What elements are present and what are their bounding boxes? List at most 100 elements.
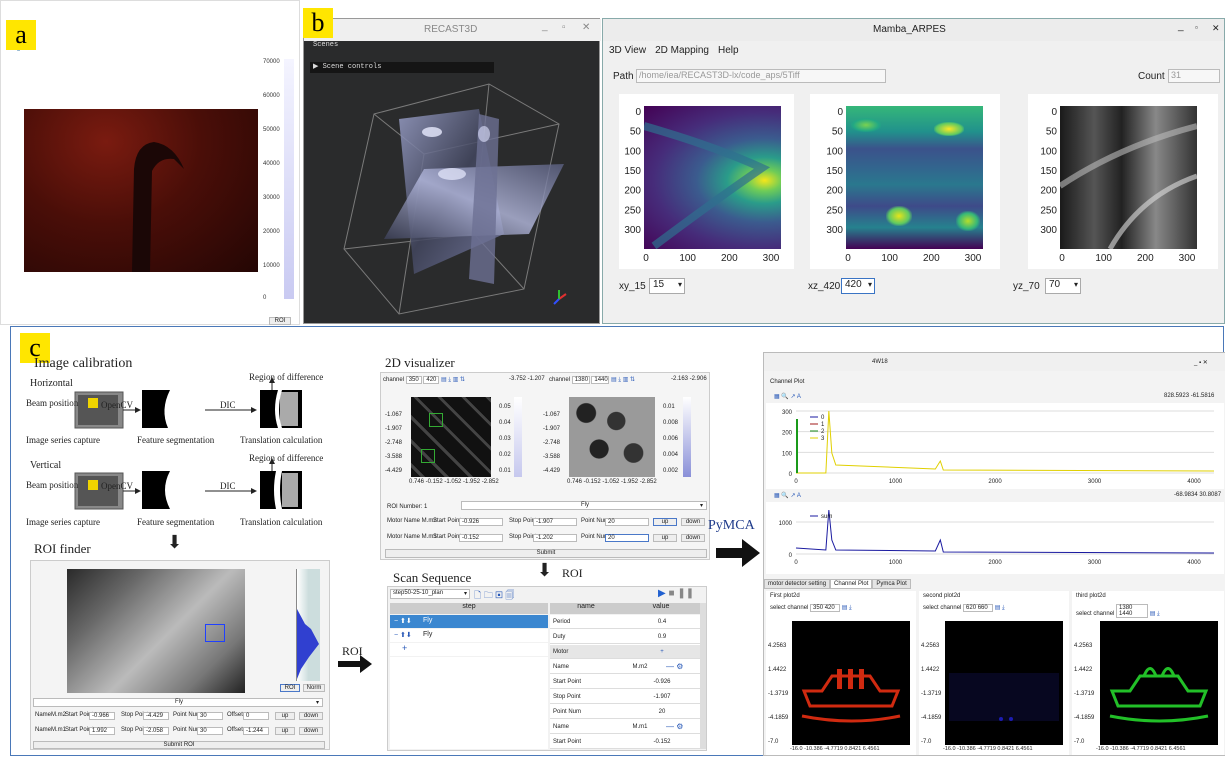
roi-marker[interactable] <box>429 413 443 427</box>
menu-2d-mapping[interactable]: 2D Mapping <box>655 45 709 56</box>
play-icon[interactable]: ▶ <box>658 588 666 599</box>
viz-map-1[interactable] <box>411 397 491 477</box>
num-input[interactable]: 30 <box>197 712 223 720</box>
param-row[interactable]: Duty 0.9 <box>550 630 700 644</box>
param-value[interactable]: M.m1 <box>616 724 664 730</box>
roi-marker[interactable] <box>421 449 435 463</box>
param-row[interactable]: Start Point -0.926 <box>550 675 700 689</box>
stop-input[interactable]: -1.907 <box>533 518 577 526</box>
param-row[interactable]: Start Point -0.152 <box>550 735 700 749</box>
param-row[interactable]: Name M.m1— ⚙ <box>550 720 700 734</box>
channel-max-input[interactable]: 420 <box>423 376 440 384</box>
up-button[interactable]: up <box>275 712 295 720</box>
param-value[interactable]: M.m2 <box>616 664 664 670</box>
minimize-icon[interactable]: _ <box>542 21 548 32</box>
menu-help[interactable]: Help <box>718 45 739 56</box>
subplot-image-2[interactable] <box>945 621 1063 745</box>
add-icon[interactable]: + <box>402 643 407 653</box>
channel-min-input[interactable]: 350 <box>405 376 422 384</box>
step-row[interactable]: − ⬆⬇ Fly <box>390 615 548 628</box>
roi-button-a[interactable]: ROI <box>269 317 291 325</box>
viz-map-2[interactable] <box>569 397 655 477</box>
num-input[interactable]: 20 <box>605 534 649 542</box>
save-icon[interactable]: ▤ ⤓ ▥ ⇅ <box>441 377 465 383</box>
stop-input[interactable]: -4.429 <box>143 712 169 720</box>
channel-max-input[interactable]: 1440 <box>591 376 610 384</box>
roi-finder-image[interactable] <box>67 569 245 693</box>
roi-selection-box[interactable] <box>205 624 225 642</box>
offset-input[interactable]: -1.244 <box>243 727 269 735</box>
step-row[interactable]: − ⬆⬇ Fly <box>390 629 548 642</box>
save-icon[interactable]: ▤ ⤓ ▥ ⇅ <box>611 377 635 383</box>
up-button[interactable]: up <box>653 534 677 542</box>
param-value[interactable]: 0.4 <box>626 619 698 625</box>
up-button[interactable]: up <box>275 727 295 735</box>
channel-plot-1[interactable]: 30020010000 1000 2000 3000 40000123 <box>766 403 1224 489</box>
tab-channel-plot[interactable]: Channel Plot <box>830 579 873 589</box>
heatmap-yz[interactable] <box>1060 106 1197 249</box>
param-value[interactable]: -0.152 <box>626 739 698 745</box>
param-row[interactable]: Period 0.4 <box>550 615 700 629</box>
viz-submit-button[interactable]: Submit <box>385 549 707 558</box>
heatmap-xz[interactable] <box>846 106 983 249</box>
down-button[interactable]: down <box>299 712 323 720</box>
window-controls[interactable]: _ ▪ ✕ <box>1194 359 1208 366</box>
num-input[interactable]: 20 <box>605 518 649 526</box>
save-icon[interactable]: ▤ ⤓ <box>995 605 1005 611</box>
stop-input[interactable]: -2.058 <box>143 727 169 735</box>
minimize-icon[interactable]: _ <box>1178 21 1184 32</box>
remove-gear-icon[interactable]: — ⚙ <box>666 662 683 671</box>
mode-select[interactable]: Fly ▾ <box>33 698 323 707</box>
volume-render[interactable] <box>304 74 601 324</box>
subplot-image-3[interactable] <box>1100 621 1218 745</box>
param-row[interactable]: Point Num 20 <box>550 705 700 719</box>
slice-select-yz[interactable]: 70 ▾ <box>1045 278 1081 294</box>
channel-min-input[interactable]: 1380 <box>571 376 590 384</box>
channel-input[interactable]: 350 420 <box>810 604 841 612</box>
param-row[interactable]: Stop Point -1.907 <box>550 690 700 704</box>
tab-motor-detector-setting[interactable]: motor detector setting <box>764 579 831 589</box>
up-button[interactable]: up <box>653 518 677 526</box>
path-input[interactable]: /home/iea/RECAST3D-lx/code_aps/5Tiff <box>636 69 886 83</box>
add-step-row[interactable]: + <box>390 643 548 656</box>
channel-plot-2[interactable]: 1000 00 1000 2000 3000 4000 sum <box>766 502 1224 574</box>
maximize-icon[interactable]: ▫ <box>562 22 566 33</box>
scene-controls[interactable]: ▶ Scene controls <box>310 62 494 73</box>
roi-button[interactable]: ROI <box>280 684 300 692</box>
stop-icon[interactable]: ■ <box>668 588 674 599</box>
tab-pymca-plot[interactable]: Pymca Plot <box>872 579 911 589</box>
export-icon[interactable]: 🗐 <box>505 590 514 600</box>
scrollbar[interactable] <box>700 603 706 749</box>
offset-input[interactable]: 0 <box>243 712 269 720</box>
remove-gear-icon[interactable]: — ⚙ <box>666 722 683 731</box>
stop-input[interactable]: -1.202 <box>533 534 577 542</box>
param-value[interactable]: 0.9 <box>626 634 698 640</box>
save-icon[interactable]: ▤ ⤓ <box>1150 611 1160 617</box>
param-value[interactable]: + <box>626 649 698 655</box>
submit-roi-button[interactable]: Submit ROI <box>33 741 325 749</box>
down-button[interactable]: down <box>299 727 323 735</box>
channel-input[interactable]: 620 660 <box>963 604 994 612</box>
param-row[interactable]: Motor + <box>550 645 700 659</box>
param-value[interactable]: 20 <box>626 709 698 715</box>
num-input[interactable]: 30 <box>197 727 223 735</box>
down-button[interactable]: down <box>681 534 705 542</box>
heatmap-xy[interactable] <box>644 106 781 249</box>
new-file-icon[interactable]: 🗋 <box>474 590 481 600</box>
step-controls-icon[interactable]: − ⬆⬇ <box>394 631 412 639</box>
pause-icon[interactable]: ❚❚ <box>677 588 694 599</box>
param-value[interactable]: -0.926 <box>626 679 698 685</box>
start-input[interactable]: -0.926 <box>459 518 503 526</box>
menu-3d-view[interactable]: 3D View <box>609 45 646 56</box>
close-icon[interactable]: ✕ <box>1212 23 1220 34</box>
maximize-icon[interactable]: ▫ <box>1195 23 1198 32</box>
fly-select[interactable]: Fly ▾ <box>461 501 707 510</box>
channel-input[interactable]: 1380 1440 <box>1116 604 1149 618</box>
plan-select[interactable]: step50-25-10_plan ▾ <box>390 589 470 599</box>
save-icon[interactable]: ▣ <box>495 590 503 600</box>
subplot-image-1[interactable] <box>792 621 910 745</box>
norm-button[interactable]: Norm <box>303 684 325 692</box>
start-input[interactable]: 1.992 <box>89 727 115 735</box>
start-input[interactable]: -0.152 <box>459 534 503 542</box>
save-icon[interactable]: ▤ ⤓ <box>842 605 852 611</box>
